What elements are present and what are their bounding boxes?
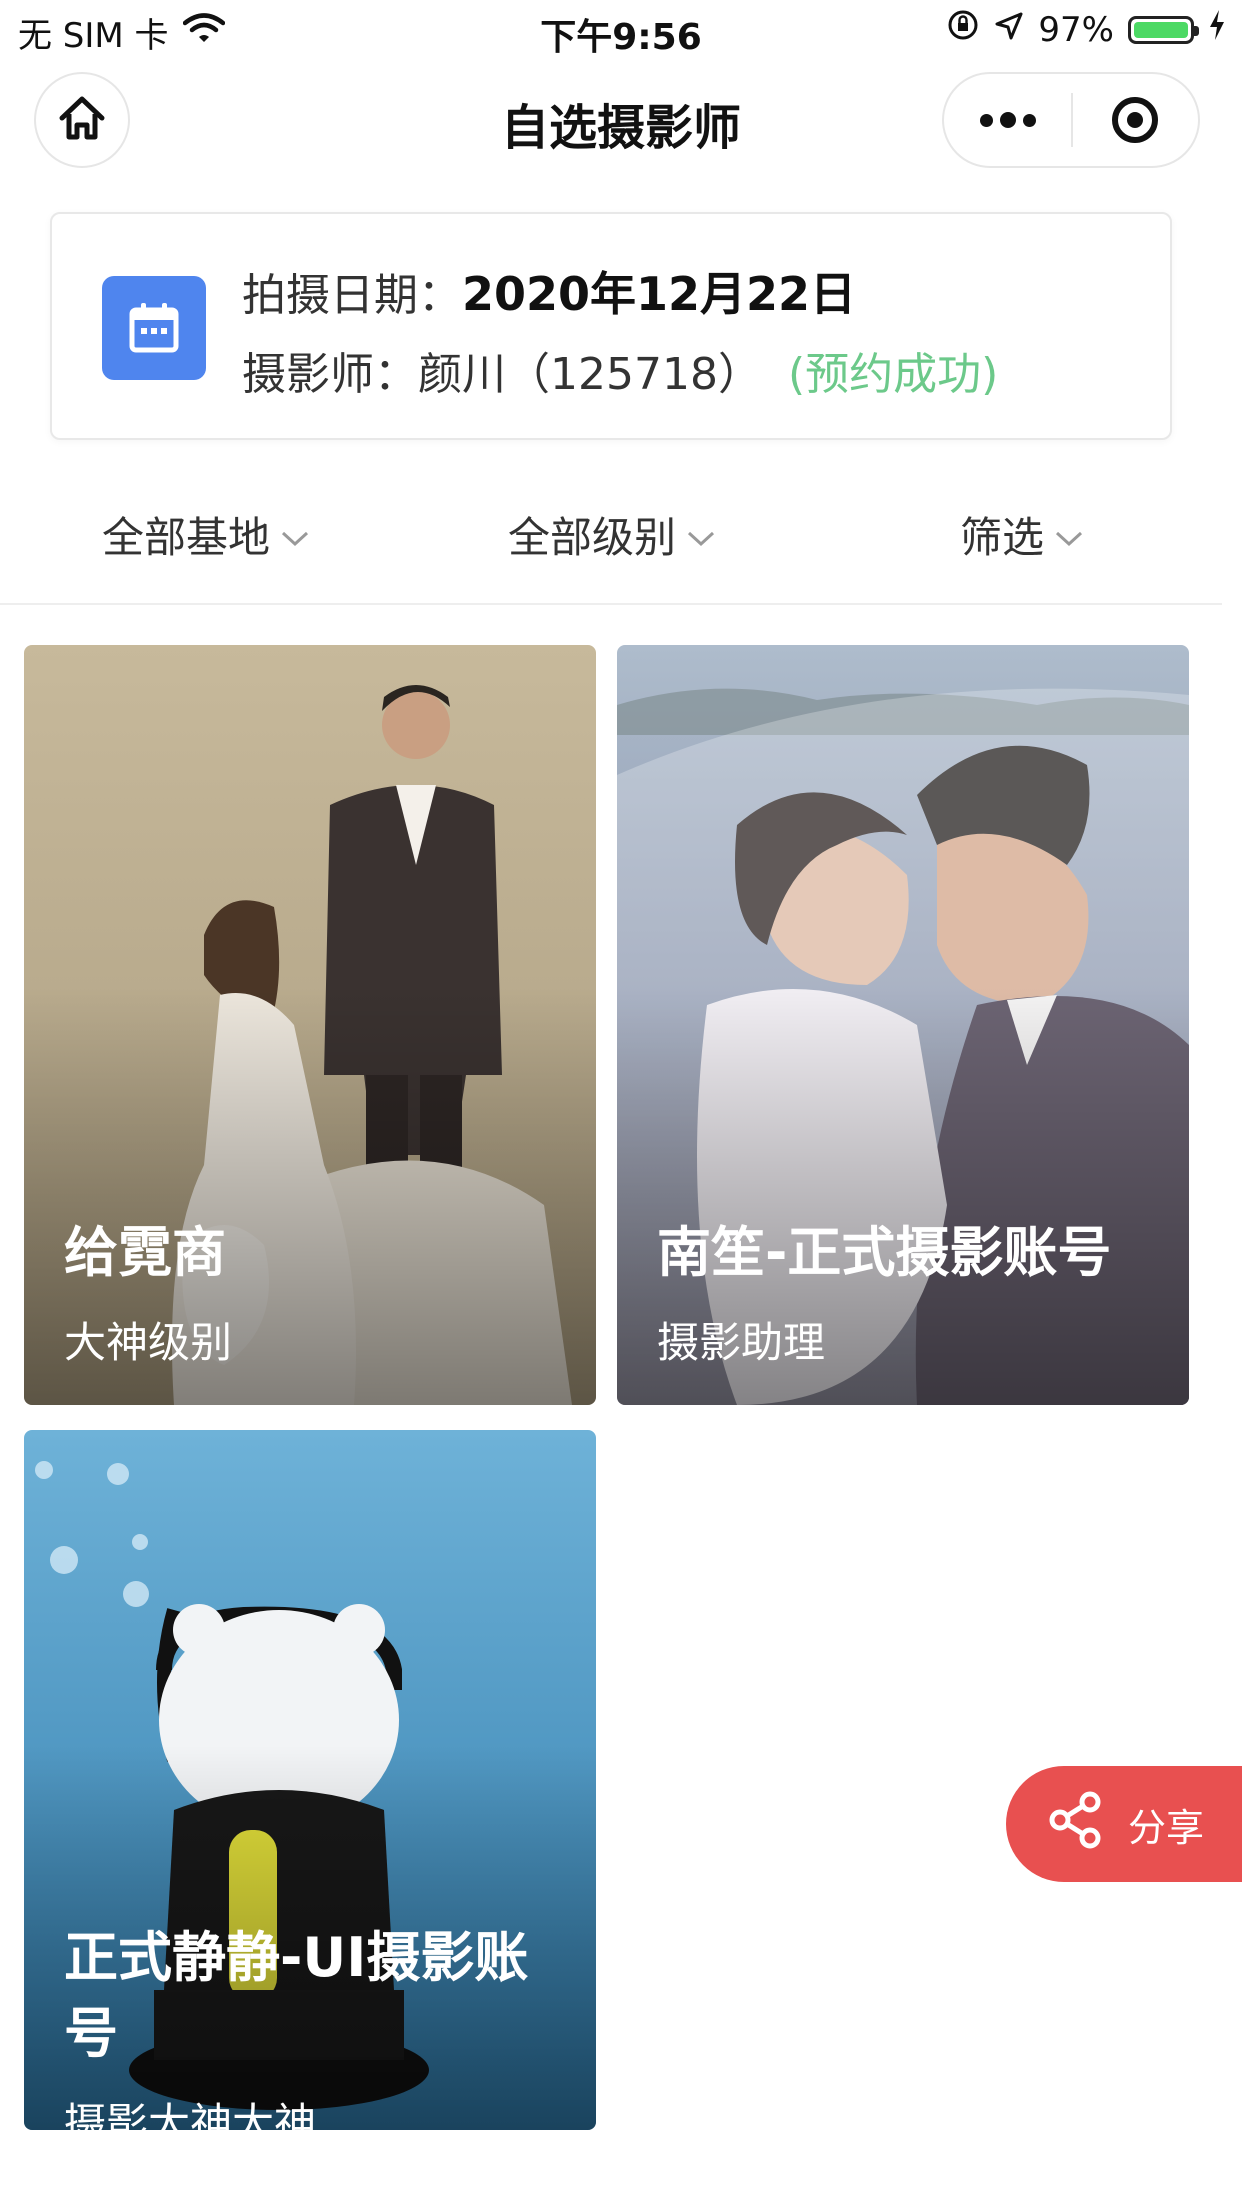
booking-status: (预约成功)	[787, 349, 999, 400]
photographer-level: 摄影大神大神	[64, 2099, 317, 2130]
close-miniprogram-button[interactable]	[1073, 97, 1198, 143]
photographer-card[interactable]: 南笙-正式摄影账号 摄影助理	[617, 645, 1189, 1405]
nav-bar: 自选摄影师	[0, 60, 1242, 180]
photographer-value: 颜川（125718）	[418, 349, 762, 400]
shoot-date-value: 2020年12月22日	[462, 267, 857, 321]
filter-level-label: 全部级别	[508, 513, 677, 562]
orientation-lock-icon	[946, 8, 980, 51]
filter-bar: 全部基地 全部级别 筛选	[0, 490, 1242, 570]
location-icon	[994, 10, 1024, 50]
photographer-card[interactable]: 正式静静-UI摄影账号 摄影大神大神	[24, 1430, 596, 2130]
target-icon	[1112, 97, 1159, 143]
photographer-name: 南笙-正式摄影账号	[657, 1221, 1112, 1284]
photographer-level: 大神级别	[64, 1318, 233, 1367]
status-bar: 无 SIM 卡 下午9:56 97%	[0, 0, 1242, 60]
share-icon	[1046, 1790, 1106, 1859]
photographer-card[interactable]: 给霓商 大神级别	[24, 645, 596, 1405]
filter-more[interactable]: 筛选	[960, 504, 1084, 565]
battery-icon	[1128, 15, 1199, 44]
share-button[interactable]: 分享	[1006, 1766, 1242, 1882]
filter-level[interactable]: 全部级别	[508, 504, 716, 565]
chevron-down-icon	[1054, 510, 1084, 559]
photographer-level: 摄影助理	[657, 1318, 826, 1367]
capsule-menu	[942, 72, 1200, 168]
more-button[interactable]	[944, 112, 1071, 128]
charging-icon	[1208, 9, 1226, 50]
shoot-date-label: 拍摄日期：	[242, 270, 462, 321]
photographer-name: 正式静静-UI摄影账号	[64, 1926, 529, 2065]
filter-divider	[0, 603, 1222, 605]
calendar-icon	[102, 276, 206, 380]
chevron-down-icon	[686, 510, 716, 559]
share-label: 分享	[1128, 1805, 1205, 1850]
photographer-name: 给霓商	[64, 1221, 226, 1284]
filter-base[interactable]: 全部基地	[102, 504, 310, 565]
more-icon	[979, 113, 993, 127]
filter-base-label: 全部基地	[102, 513, 271, 562]
photographer-row: 摄影师：颜川（125718） (预约成功)	[242, 338, 998, 402]
battery-percent: 97%	[1038, 9, 1114, 50]
filter-more-label: 筛选	[960, 513, 1045, 562]
chevron-down-icon	[280, 510, 310, 559]
shoot-date-row: 拍摄日期：2020年12月22日	[242, 258, 856, 324]
booking-card: 拍摄日期：2020年12月22日 摄影师：颜川（125718） (预约成功)	[50, 212, 1172, 440]
photographer-label: 摄影师：	[242, 349, 418, 400]
